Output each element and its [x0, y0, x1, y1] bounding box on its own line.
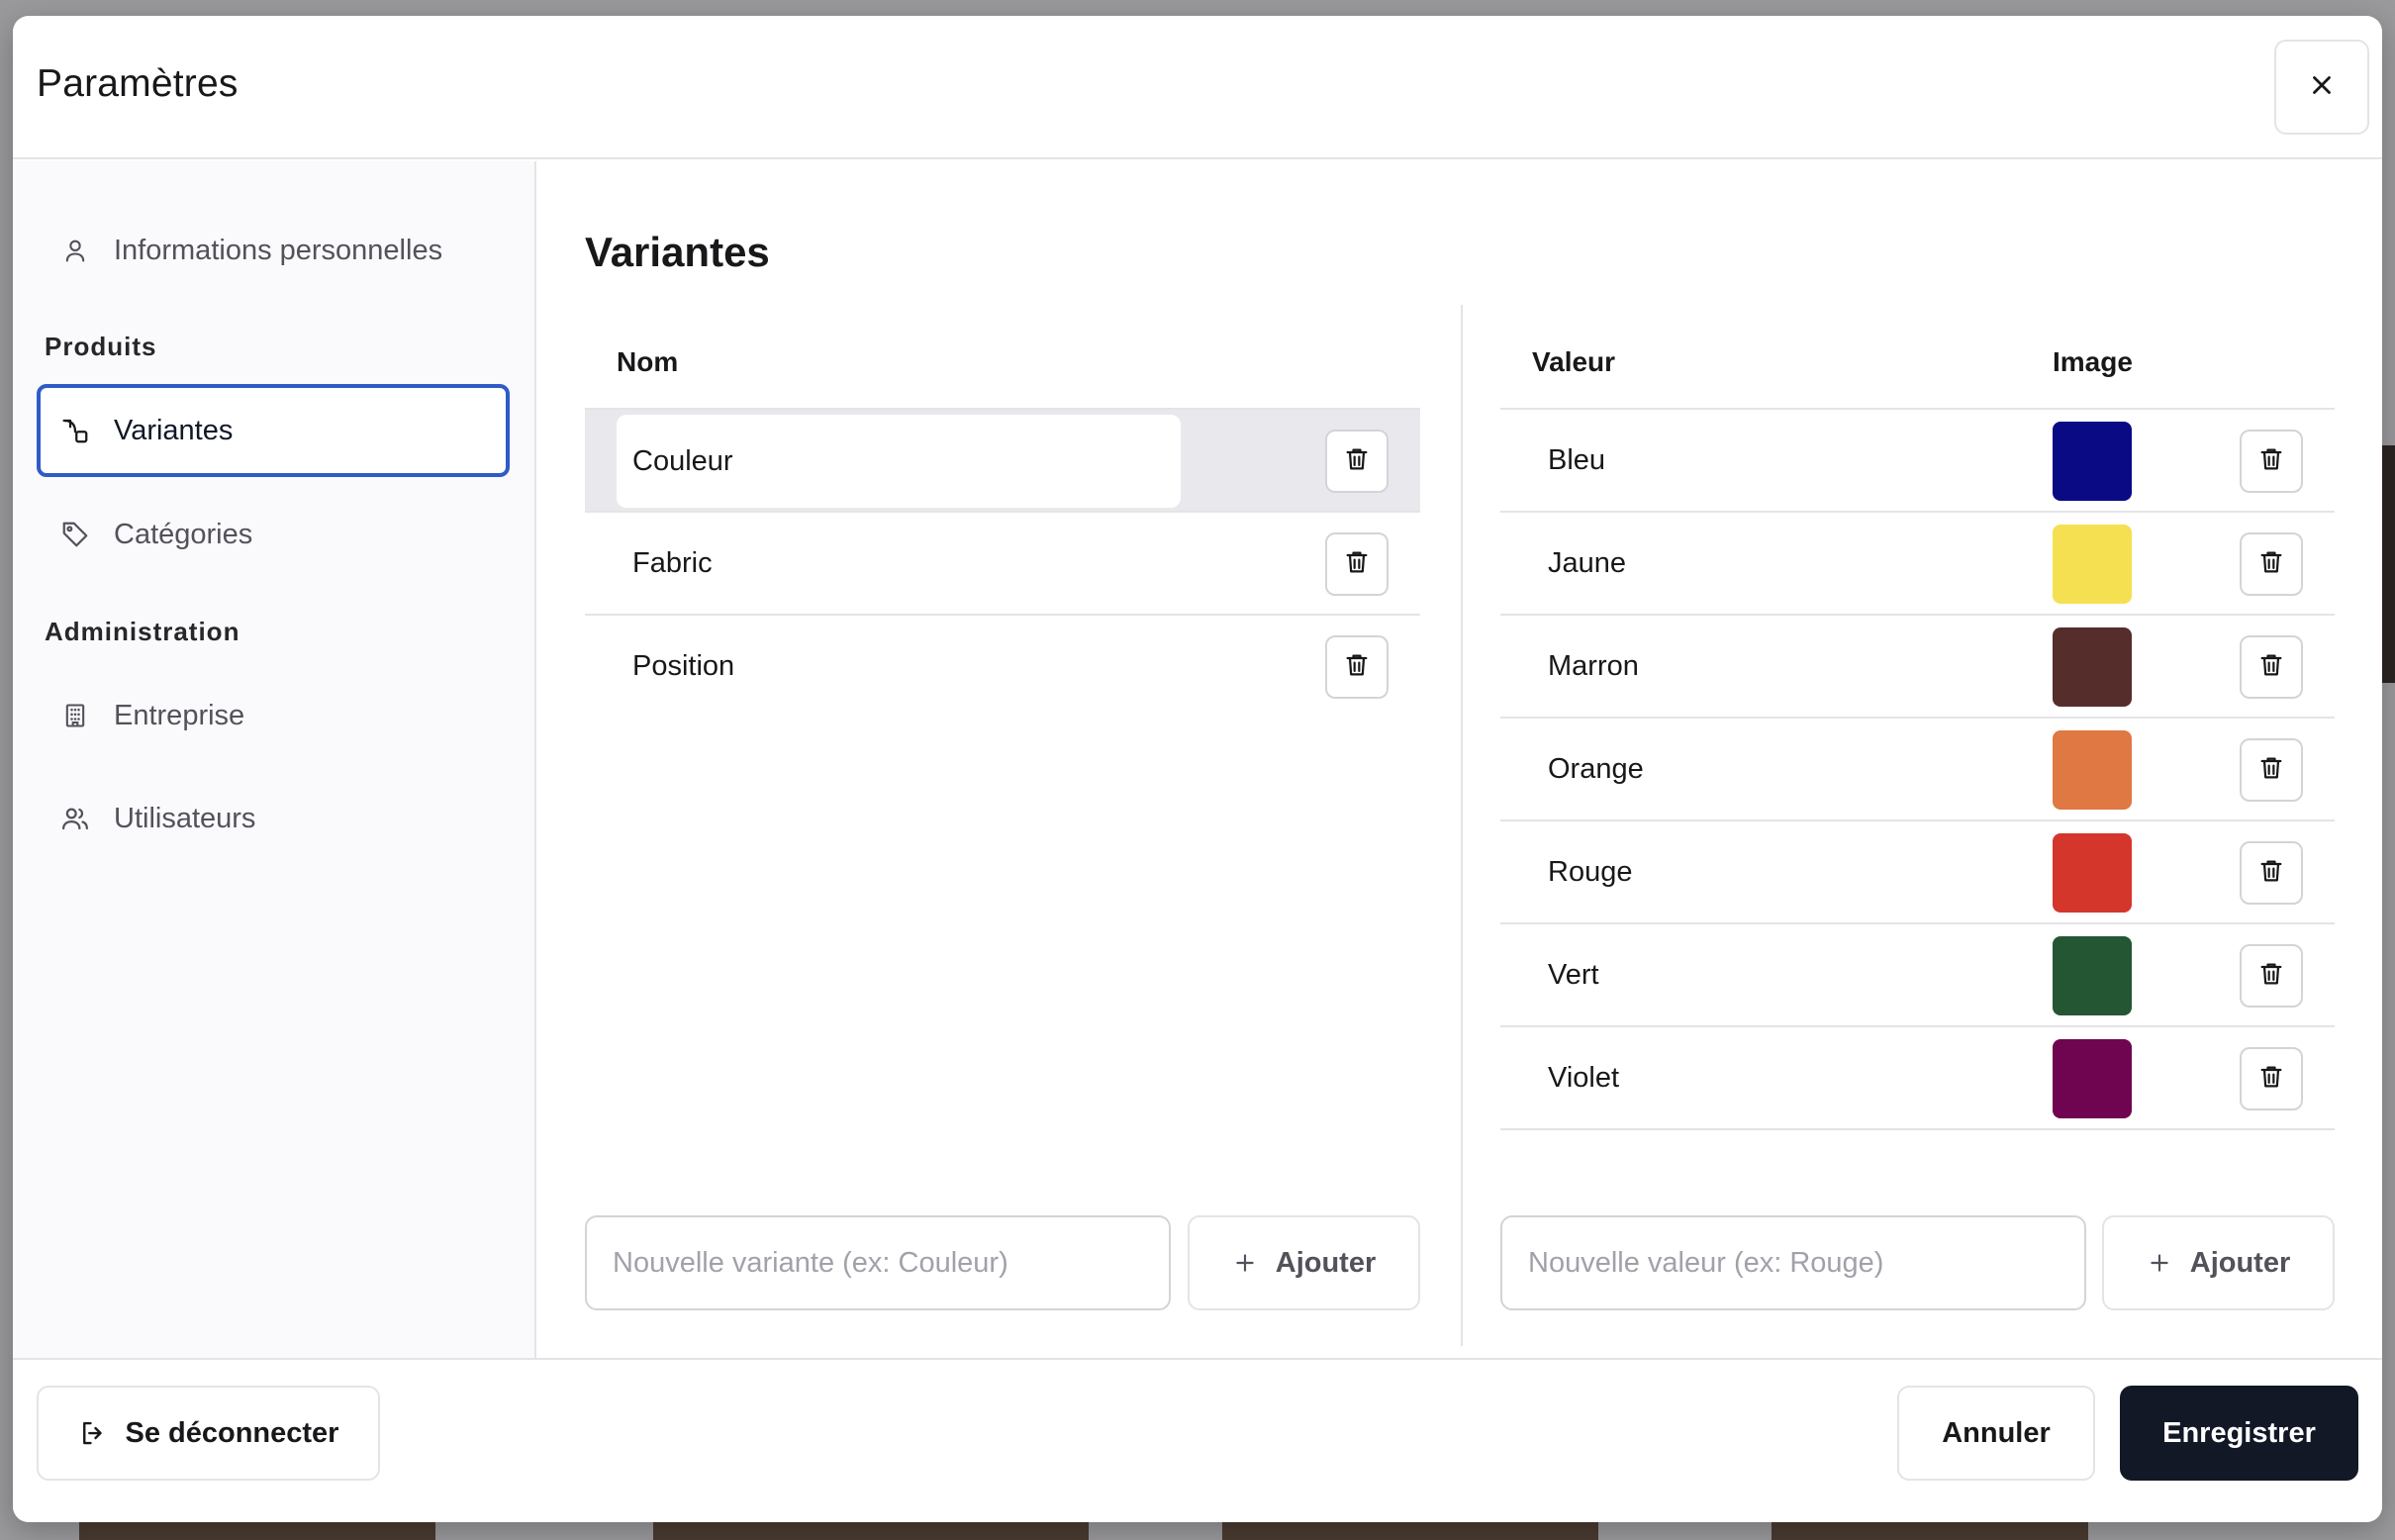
logout-label: Se déconnecter	[125, 1416, 339, 1449]
delete-value-button[interactable]	[2240, 635, 2303, 699]
delete-value-button[interactable]	[2240, 944, 2303, 1008]
delete-variant-button[interactable]	[1325, 635, 1389, 699]
value-row[interactable]: Violet	[1500, 1027, 2335, 1130]
tag-icon	[60, 520, 90, 549]
sidebar-item-users[interactable]: Utilisateurs	[37, 772, 510, 865]
sidebar-item-label: Entreprise	[114, 699, 245, 731]
plus-icon	[1232, 1250, 1258, 1276]
sidebar-item-personal-info[interactable]: Informations personnelles	[37, 204, 510, 297]
modal-title: Paramètres	[37, 62, 239, 105]
user-icon	[60, 236, 90, 265]
delete-variant-button[interactable]	[1325, 430, 1389, 493]
sidebar-item-label: Variantes	[114, 414, 234, 446]
sidebar-item-categories[interactable]: Catégories	[37, 488, 510, 581]
value-name: Rouge	[1548, 855, 1633, 888]
cancel-button[interactable]: Annuler	[1897, 1386, 2095, 1481]
trash-icon	[2257, 651, 2285, 684]
variant-row[interactable]: Couleur	[585, 410, 1420, 513]
value-row[interactable]: Marron	[1500, 616, 2335, 719]
variant-name-field[interactable]: Couleur	[617, 415, 1181, 508]
delete-value-button[interactable]	[2240, 738, 2303, 802]
trash-icon	[2257, 548, 2285, 581]
value-row[interactable]: Orange	[1500, 719, 2335, 821]
trash-icon	[1343, 651, 1371, 684]
variants-icon	[60, 416, 90, 445]
delete-value-button[interactable]	[2240, 1047, 2303, 1110]
value-row[interactable]: Jaune	[1500, 513, 2335, 616]
value-name: Marron	[1548, 649, 1639, 682]
sidebar-item-label: Catégories	[114, 518, 253, 550]
add-variant-button[interactable]: Ajouter	[1188, 1215, 1420, 1310]
color-swatch[interactable]	[2053, 833, 2132, 913]
page-title: Variantes	[585, 229, 770, 275]
add-value-button[interactable]: Ajouter	[2102, 1215, 2335, 1310]
color-swatch[interactable]	[2053, 936, 2132, 1015]
column-header-image: Image	[2053, 346, 2133, 377]
value-row[interactable]: Bleu	[1500, 410, 2335, 513]
users-icon	[60, 804, 90, 833]
color-swatch[interactable]	[2053, 525, 2132, 604]
variant-name: Fabric	[632, 546, 713, 579]
trash-icon	[1343, 548, 1371, 581]
trash-icon	[2257, 754, 2285, 787]
logout-icon	[78, 1418, 108, 1448]
trash-icon	[2257, 1063, 2285, 1096]
background-photo	[2381, 445, 2395, 683]
add-value-label: Ajouter	[2189, 1246, 2291, 1279]
variants-panel: Nom Couleur Fabric Position Nouvelle var…	[585, 305, 1420, 1358]
panel-divider	[1461, 305, 1463, 1346]
trash-icon	[1343, 445, 1371, 478]
new-value-input[interactable]: Nouvelle valeur (ex: Rouge)	[1500, 1215, 2086, 1310]
delete-value-button[interactable]	[2240, 841, 2303, 905]
column-header-value: Valeur	[1532, 346, 1616, 377]
color-swatch[interactable]	[2053, 627, 2132, 707]
settings-sidebar: Informations personnelles Produits Varia…	[13, 161, 536, 1358]
save-button[interactable]: Enregistrer	[2120, 1386, 2358, 1481]
value-name: Violet	[1548, 1061, 1620, 1094]
close-icon	[2307, 70, 2337, 105]
value-name: Jaune	[1548, 546, 1627, 579]
sidebar-item-label: Utilisateurs	[114, 802, 256, 834]
building-icon	[60, 701, 90, 730]
column-header-name: Nom	[617, 346, 679, 377]
add-variant-label: Ajouter	[1275, 1246, 1377, 1279]
sidebar-item-label: Informations personnelles	[114, 234, 443, 266]
new-variant-input[interactable]: Nouvelle variante (ex: Couleur)	[585, 1215, 1171, 1310]
sidebar-item-variants[interactable]: Variantes	[37, 384, 510, 477]
settings-content: Variantes Nom Couleur Fabric Position No…	[538, 161, 2382, 1358]
color-swatch[interactable]	[2053, 1039, 2132, 1118]
settings-modal: Paramètres Informations personnelles Pro…	[13, 16, 2382, 1522]
trash-icon	[2257, 960, 2285, 993]
value-name: Bleu	[1548, 443, 1606, 476]
close-button[interactable]	[2274, 40, 2369, 135]
sidebar-section-products: Produits	[45, 332, 157, 361]
trash-icon	[2257, 445, 2285, 478]
value-name: Orange	[1548, 752, 1644, 785]
plus-icon	[2147, 1250, 2172, 1276]
value-row[interactable]: Rouge	[1500, 821, 2335, 924]
delete-variant-button[interactable]	[1325, 532, 1389, 596]
delete-value-button[interactable]	[2240, 532, 2303, 596]
modal-header: Paramètres	[13, 16, 2382, 159]
color-swatch[interactable]	[2053, 730, 2132, 810]
variant-row[interactable]: Fabric	[585, 513, 1420, 616]
delete-value-button[interactable]	[2240, 430, 2303, 493]
trash-icon	[2257, 857, 2285, 890]
variant-row[interactable]: Position	[585, 616, 1420, 719]
value-name: Vert	[1548, 958, 1599, 991]
variant-name: Position	[632, 649, 735, 682]
values-panel: Valeur Image Bleu Jaune Marron Orange Rouge V…	[1500, 305, 2335, 1358]
logout-button[interactable]: Se déconnecter	[37, 1386, 380, 1481]
color-swatch[interactable]	[2053, 422, 2132, 501]
modal-footer: Se déconnecter Annuler Enregistrer	[13, 1358, 2382, 1522]
value-row[interactable]: Vert	[1500, 924, 2335, 1027]
sidebar-item-company[interactable]: Entreprise	[37, 669, 510, 762]
sidebar-section-administration: Administration	[45, 617, 240, 646]
